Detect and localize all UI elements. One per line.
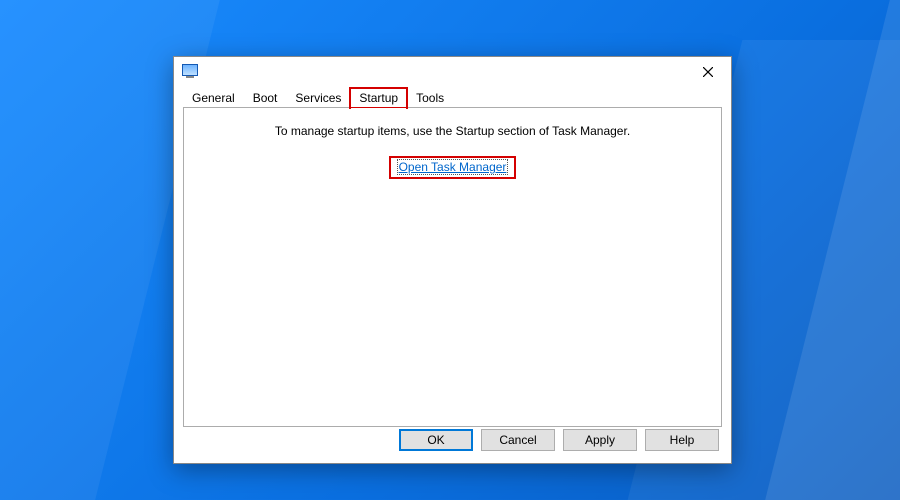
tab-boot[interactable]: Boot [244, 88, 287, 108]
startup-info-text: To manage startup items, use the Startup… [184, 124, 721, 138]
close-icon [703, 67, 713, 77]
ok-button[interactable]: OK [399, 429, 473, 451]
tab-startup[interactable]: Startup [350, 88, 407, 108]
apply-button[interactable]: Apply [563, 429, 637, 451]
desktop-background: General Boot Services Startup Tools To m… [0, 0, 900, 500]
cancel-button[interactable]: Cancel [481, 429, 555, 451]
startup-tab-panel: To manage startup items, use the Startup… [183, 108, 722, 427]
tab-strip: General Boot Services Startup Tools [183, 87, 722, 108]
app-icon [182, 64, 198, 80]
open-task-manager-link[interactable]: Open Task Manager [397, 159, 509, 175]
highlight-box: Open Task Manager [389, 156, 517, 179]
help-button[interactable]: Help [645, 429, 719, 451]
tab-general[interactable]: General [183, 88, 244, 108]
dialog-button-row: OK Cancel Apply Help [399, 429, 719, 451]
close-button[interactable] [685, 57, 731, 87]
titlebar [174, 57, 731, 87]
tab-tools[interactable]: Tools [407, 88, 453, 108]
tab-services[interactable]: Services [286, 88, 350, 108]
msconfig-window: General Boot Services Startup Tools To m… [173, 56, 732, 464]
